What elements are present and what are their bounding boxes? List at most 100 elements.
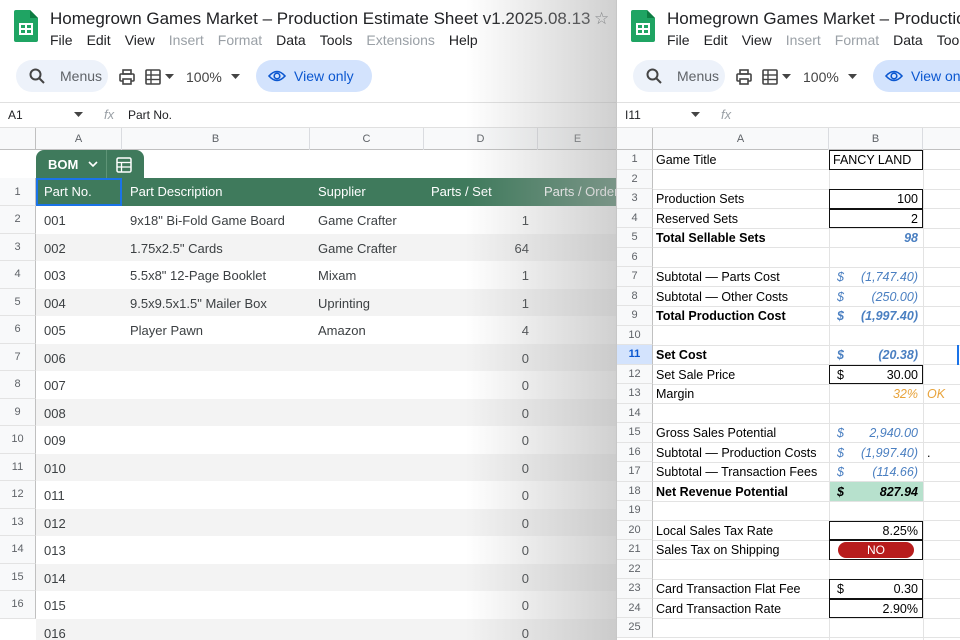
row-header-11[interactable]: 11 bbox=[617, 345, 653, 365]
row-header-10[interactable]: 10 bbox=[0, 426, 36, 454]
label-cell[interactable]: Subtotal — Production Costs bbox=[656, 446, 817, 460]
label-cell[interactable]: Sales Tax on Shipping bbox=[656, 543, 779, 557]
menu-view[interactable]: View bbox=[742, 32, 772, 48]
value-cell[interactable]: 2.90% bbox=[883, 602, 918, 616]
row-header-13[interactable]: 13 bbox=[0, 508, 36, 536]
row-header-7[interactable]: 7 bbox=[617, 267, 653, 287]
select-all-corner[interactable] bbox=[0, 128, 36, 150]
row-header-4[interactable]: 4 bbox=[617, 208, 653, 228]
row-header-6[interactable]: 6 bbox=[617, 247, 653, 267]
search-menus-button[interactable]: Menus bbox=[633, 60, 725, 92]
menu-tools[interactable]: Tools bbox=[937, 32, 960, 48]
table-row[interactable]: 009 0 bbox=[36, 426, 616, 454]
column-header-b[interactable]: B bbox=[122, 128, 310, 150]
value-cell[interactable]: 30.00 bbox=[887, 368, 918, 382]
table-row[interactable]: 001 9x18" Bi-Fold Game Board Game Crafter 1 bbox=[36, 206, 616, 234]
row-header-10[interactable]: 10 bbox=[617, 325, 653, 345]
document-title[interactable]: Homegrown Games Market – Productio bbox=[667, 9, 960, 29]
value-cell[interactable]: FANCY LAND bbox=[833, 153, 911, 167]
chevron-down-icon[interactable] bbox=[74, 112, 83, 118]
column-header-a[interactable]: A bbox=[653, 128, 829, 150]
label-cell[interactable]: Margin bbox=[656, 387, 694, 401]
table-row[interactable]: 003 5.5x8" 12-Page Booklet Mixam 1 bbox=[36, 261, 616, 289]
value-cell[interactable]: 100 bbox=[897, 192, 918, 206]
star-icon[interactable]: ☆ bbox=[594, 9, 609, 29]
label-cell[interactable]: Net Revenue Potential bbox=[656, 485, 788, 499]
row-header-23[interactable]: 23 bbox=[617, 579, 653, 599]
table-row[interactable]: 006 0 bbox=[36, 343, 616, 371]
menu-help[interactable]: Help bbox=[449, 32, 478, 48]
value-cell[interactable]: 8.25% bbox=[883, 524, 918, 538]
menu-format[interactable]: Format bbox=[218, 32, 262, 48]
view-only-button[interactable]: View onl bbox=[873, 60, 960, 92]
row-header-17[interactable]: 17 bbox=[617, 462, 653, 482]
sales-tax-shipping-toggle[interactable]: NO bbox=[838, 542, 914, 558]
row-header-4[interactable]: 4 bbox=[0, 261, 36, 289]
value-cell[interactable]: (20.38) bbox=[878, 348, 918, 362]
row-header-25[interactable]: 25 bbox=[617, 618, 653, 638]
row-header-1[interactable]: 1 bbox=[617, 150, 653, 170]
search-menus-button[interactable]: Menus bbox=[16, 60, 108, 92]
row-header-18[interactable]: 18 bbox=[617, 481, 653, 501]
column-header-d[interactable]: D bbox=[424, 128, 538, 150]
column-header-c[interactable]: C bbox=[310, 128, 424, 150]
value-cell[interactable]: (250.00) bbox=[871, 290, 918, 304]
row-header-6[interactable]: 6 bbox=[0, 316, 36, 344]
table-row[interactable]: 016 0 bbox=[36, 618, 616, 640]
table-icon[interactable] bbox=[144, 68, 162, 86]
row-header-9[interactable]: 9 bbox=[0, 398, 36, 426]
row-header-16[interactable]: 16 bbox=[617, 442, 653, 462]
table-row[interactable]: 004 9.5x9.5x1.5" Mailer Box Uprinting 1 bbox=[36, 288, 616, 316]
menu-insert[interactable]: Insert bbox=[786, 32, 821, 48]
label-cell[interactable]: Local Sales Tax Rate bbox=[656, 524, 773, 538]
row-header-14[interactable]: 14 bbox=[617, 403, 653, 423]
chevron-down-icon[interactable] bbox=[165, 74, 174, 80]
row-header-9[interactable]: 9 bbox=[617, 306, 653, 326]
table-name-chip[interactable]: BOM bbox=[36, 150, 144, 180]
label-cell[interactable]: Card Transaction Flat Fee bbox=[656, 582, 801, 596]
table-row[interactable]: 005 Player Pawn Amazon 4 bbox=[36, 316, 616, 344]
menu-edit[interactable]: Edit bbox=[87, 32, 111, 48]
value-cell[interactable]: (1,997.40) bbox=[861, 309, 918, 323]
table-row[interactable]: 012 0 bbox=[36, 508, 616, 536]
column-header-a[interactable]: A bbox=[36, 128, 122, 150]
menu-insert[interactable]: Insert bbox=[169, 32, 204, 48]
value-cell[interactable]: 2 bbox=[911, 212, 918, 226]
chevron-down-icon[interactable] bbox=[782, 74, 791, 80]
menu-format[interactable]: Format bbox=[835, 32, 879, 48]
table-row[interactable]: 010 0 bbox=[36, 453, 616, 481]
row-header-20[interactable]: 20 bbox=[617, 520, 653, 540]
row-header-5[interactable]: 5 bbox=[617, 228, 653, 248]
label-cell[interactable]: Production Sets bbox=[656, 192, 744, 206]
row-header-19[interactable]: 19 bbox=[617, 501, 653, 521]
zoom-level[interactable]: 100% bbox=[803, 69, 839, 85]
zoom-level[interactable]: 100% bbox=[186, 69, 222, 85]
row-header-22[interactable]: 22 bbox=[617, 559, 653, 579]
table-row[interactable]: 011 0 bbox=[36, 481, 616, 509]
menu-data[interactable]: Data bbox=[276, 32, 306, 48]
row-header-7[interactable]: 7 bbox=[0, 343, 36, 371]
label-cell[interactable]: Subtotal — Parts Cost bbox=[656, 270, 780, 284]
print-icon[interactable] bbox=[735, 68, 753, 86]
menu-data[interactable]: Data bbox=[893, 32, 923, 48]
table-row[interactable]: 014 0 bbox=[36, 563, 616, 591]
value-cell[interactable]: (1,747.40) bbox=[861, 270, 918, 284]
value-cell[interactable]: 0.30 bbox=[894, 582, 918, 596]
value-cell[interactable]: 98 bbox=[904, 231, 918, 245]
value-cell[interactable]: 2,940.00 bbox=[869, 426, 918, 440]
value-cell[interactable]: (114.66) bbox=[872, 465, 918, 479]
table-row[interactable]: 007 0 bbox=[36, 371, 616, 399]
label-cell[interactable]: Gross Sales Potential bbox=[656, 426, 776, 440]
chevron-down-icon[interactable] bbox=[691, 112, 700, 118]
name-box[interactable]: A1 bbox=[8, 108, 23, 122]
menu-extensions[interactable]: Extensions bbox=[366, 32, 434, 48]
document-title[interactable]: Homegrown Games Market – Production Esti… bbox=[50, 9, 591, 29]
row-header-15[interactable]: 15 bbox=[617, 423, 653, 443]
label-cell[interactable]: Reserved Sets bbox=[656, 212, 738, 226]
row-header-13[interactable]: 13 bbox=[617, 384, 653, 404]
table-row[interactable]: 002 1.75x2.5" Cards Game Crafter 64 bbox=[36, 233, 616, 261]
row-header-3[interactable]: 3 bbox=[0, 233, 36, 261]
label-cell[interactable]: Card Transaction Rate bbox=[656, 602, 781, 616]
formula-value[interactable]: Part No. bbox=[128, 108, 172, 122]
row-header-15[interactable]: 15 bbox=[0, 563, 36, 591]
